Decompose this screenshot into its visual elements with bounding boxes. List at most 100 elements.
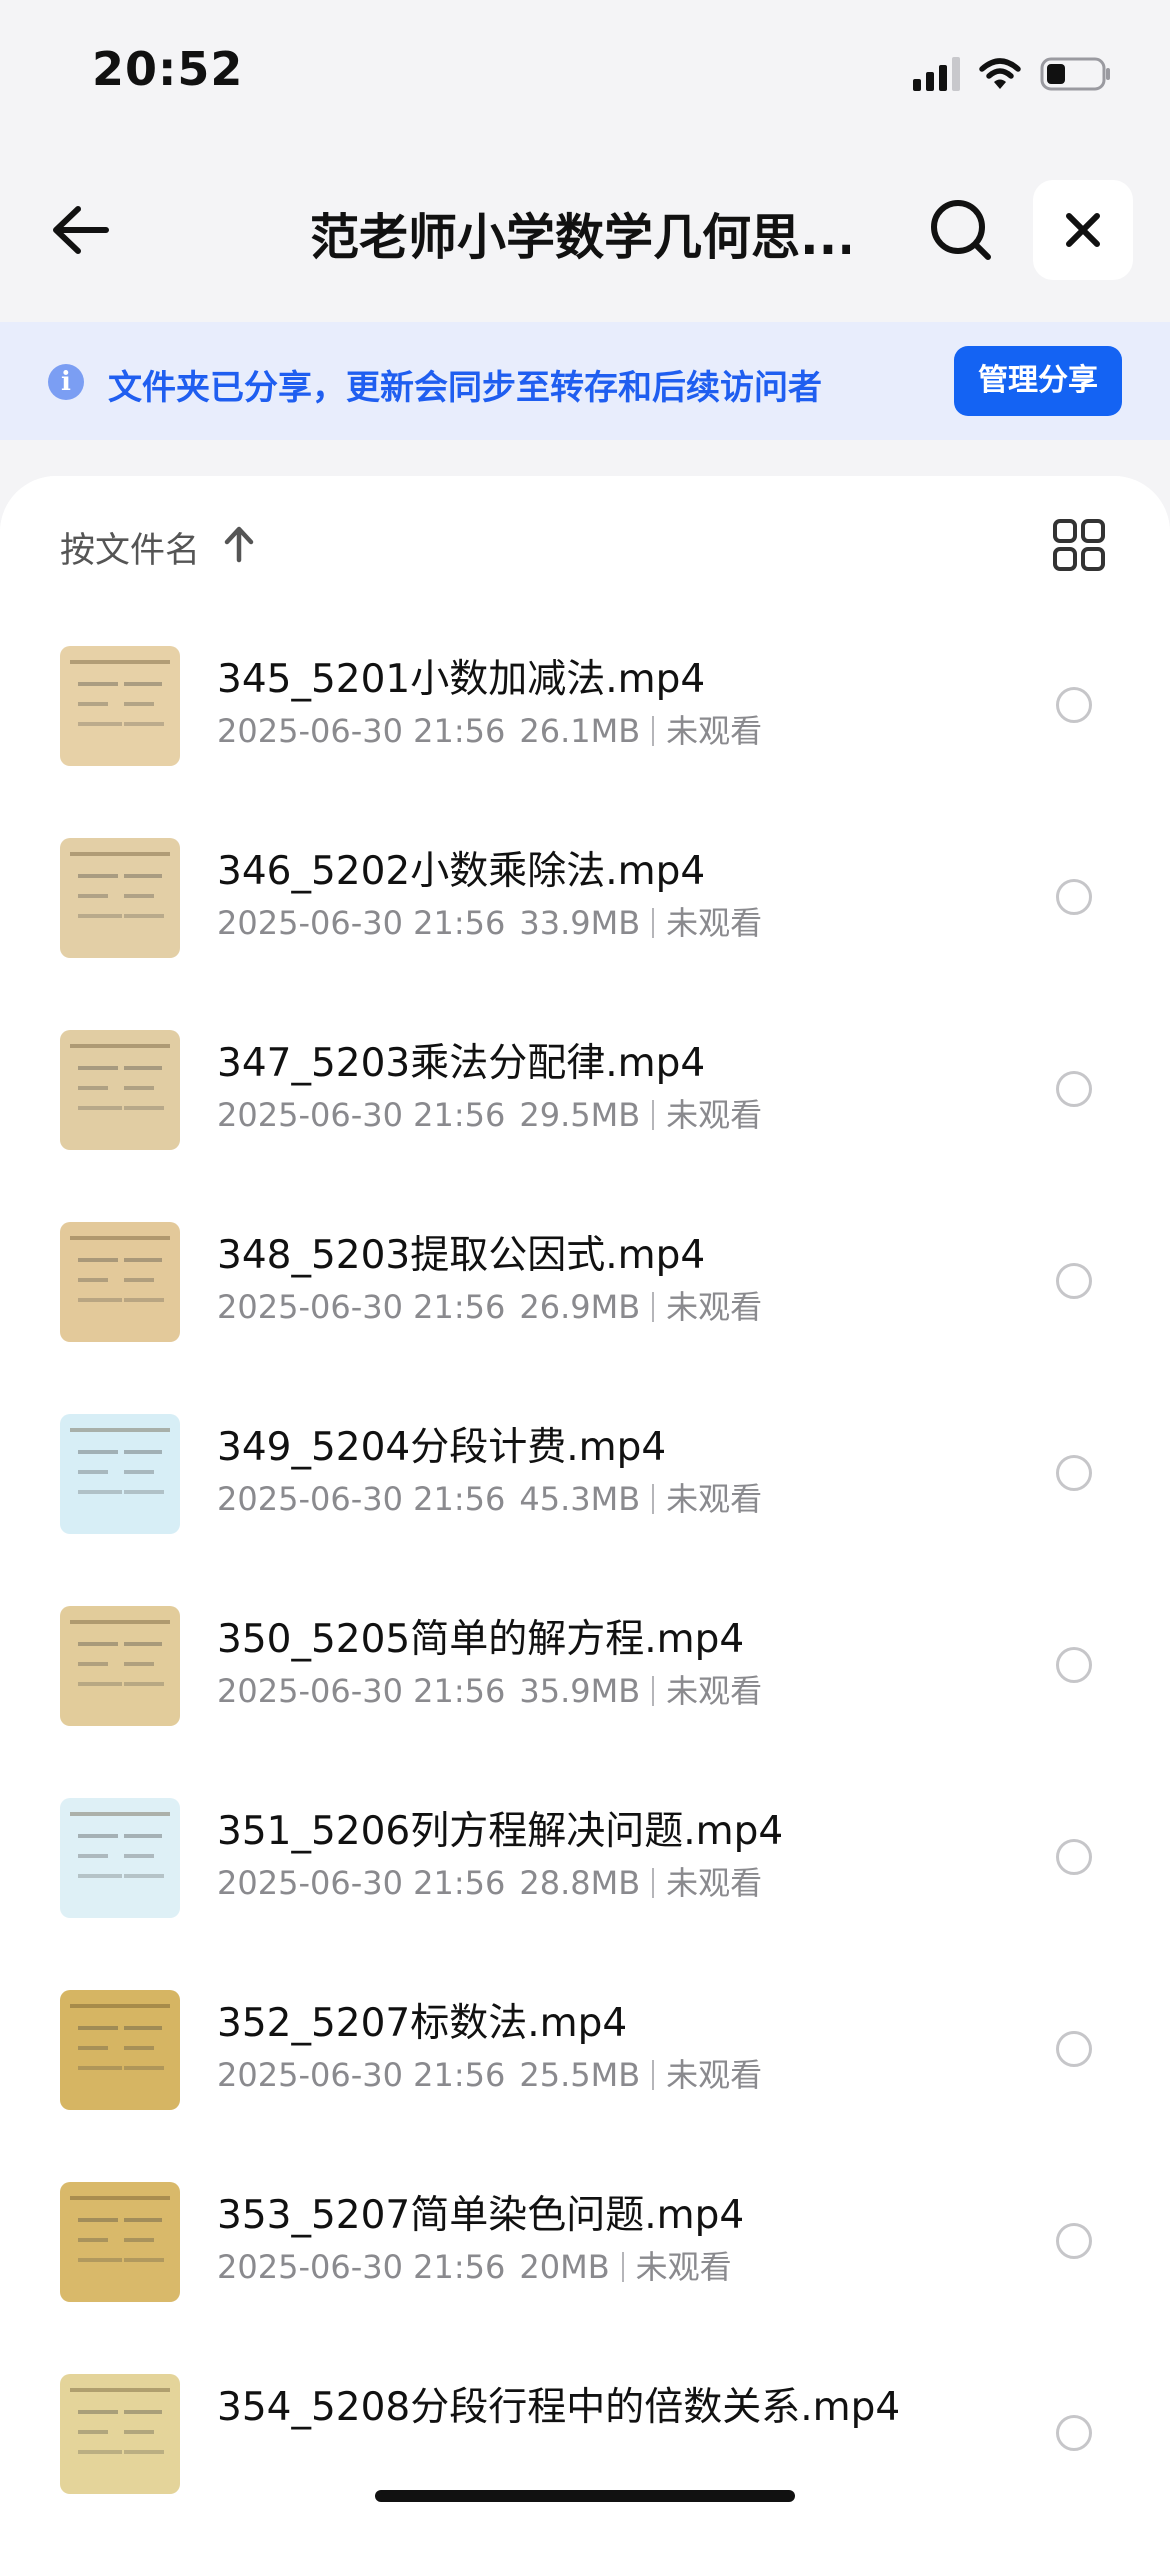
manage-share-button[interactable]: 管理分享 [954, 346, 1122, 416]
file-size: 26.1MB [519, 712, 641, 750]
file-list-item[interactable]: 350_5205简单的解方程.mp4 2025-06-30 21:56 35.9MB… [0, 1606, 1170, 1798]
select-radio[interactable] [1056, 879, 1092, 915]
file-meta: 2025-06-30 21:56 45.3MB 未观看 [217, 1474, 762, 1520]
file-list-item[interactable]: 354_5208分段行程中的倍数关系.mp4 [0, 2374, 1170, 2566]
file-size: 26.9MB [519, 1288, 641, 1326]
file-meta: 2025-06-30 21:56 28.8MB 未观看 [217, 1858, 762, 1904]
video-thumbnail [60, 1798, 180, 1918]
share-notice-text: 文件夹已分享，更新会同步至转存和后续访问者 [108, 368, 822, 408]
file-name: 351_5206列方程解决问题.mp4 [217, 1809, 784, 1854]
file-name: 353_5207简单染色问题.mp4 [217, 2193, 745, 2238]
status-time: 20:52 [92, 42, 244, 96]
video-thumbnail [60, 2182, 180, 2302]
meta-separator [621, 2252, 624, 2282]
file-size: 29.5MB [519, 1096, 641, 1134]
file-list-item[interactable]: 348_5203提取公因式.mp4 2025-06-30 21:56 26.9MB 未… [0, 1222, 1170, 1414]
watch-status: 未观看 [666, 2056, 763, 2094]
close-button[interactable] [1033, 180, 1133, 280]
file-name: 350_5205简单的解方程.mp4 [217, 1617, 745, 1662]
meta-separator [652, 1676, 655, 1706]
watch-status: 未观看 [666, 1864, 763, 1902]
top-nav-bar: 范老师小学数学几何思... [0, 170, 1170, 290]
select-radio[interactable] [1056, 2415, 1092, 2451]
wifi-icon [979, 58, 1021, 89]
file-list-item[interactable]: 352_5207标数法.mp4 2025-06-30 21:56 25.5MB 未观看 [0, 1990, 1170, 2182]
file-date: 2025-06-30 21:56 [217, 1096, 506, 1134]
file-name: 352_5207标数法.mp4 [217, 2001, 628, 2046]
sort-by-filename-button[interactable]: 按文件名 [60, 522, 200, 573]
grid-view-icon[interactable] [1052, 518, 1106, 572]
file-meta: 2025-06-30 21:56 26.9MB 未观看 [217, 1282, 762, 1328]
meta-separator [652, 1868, 655, 1898]
select-radio[interactable] [1056, 687, 1092, 723]
video-thumbnail [60, 1414, 180, 1534]
meta-separator [652, 1100, 655, 1130]
select-radio[interactable] [1056, 2223, 1092, 2259]
watch-status: 未观看 [666, 1096, 763, 1134]
select-radio[interactable] [1056, 1263, 1092, 1299]
file-name: 348_5203提取公因式.mp4 [217, 1233, 706, 1278]
video-thumbnail [60, 1606, 180, 1726]
file-size: 35.9MB [519, 1672, 641, 1710]
file-size: 25.5MB [519, 2056, 641, 2094]
file-list-card: 2025-06-30 21:5629.1MB未观看345_5201小数加减法.m… [0, 476, 1170, 2576]
select-radio[interactable] [1056, 1455, 1092, 1491]
meta-separator [652, 716, 655, 746]
video-thumbnail [60, 2374, 180, 2494]
video-thumbnail [60, 838, 180, 958]
back-button[interactable] [46, 195, 116, 265]
file-list-item[interactable]: 346_5202小数乘除法.mp4 2025-06-30 21:56 33.9MB 未… [0, 838, 1170, 1030]
file-size: 45.3MB [519, 1480, 641, 1518]
info-icon: i [48, 364, 84, 400]
file-list-item[interactable]: 351_5206列方程解决问题.mp4 2025-06-30 21:56 28.8M… [0, 1798, 1170, 1990]
watch-status: 未观看 [635, 2248, 732, 2286]
arrow-up-icon[interactable] [222, 524, 256, 564]
meta-separator [652, 1484, 655, 1514]
file-meta: 2025-06-30 21:56 35.9MB 未观看 [217, 1666, 762, 1712]
file-list-item[interactable]: 345_5201小数加减法.mp4 2025-06-30 21:56 26.1MB 未… [0, 646, 1170, 838]
file-list-item[interactable]: 349_5204分段计费.mp4 2025-06-30 21:56 45.3MB 未观… [0, 1414, 1170, 1606]
watch-status: 未观看 [666, 904, 763, 942]
file-list-item[interactable]: 347_5203乘法分配律.mp4 2025-06-30 21:56 29.5MB 未… [0, 1030, 1170, 1222]
file-date: 2025-06-30 21:56 [217, 1864, 506, 1902]
watch-status: 未观看 [666, 712, 763, 750]
sort-bar: 按文件名 [0, 476, 1170, 606]
meta-separator [652, 1292, 655, 1322]
status-bar: 20:52 [0, 0, 1170, 150]
select-radio[interactable] [1056, 2031, 1092, 2067]
watch-status: 未观看 [666, 1480, 763, 1518]
video-thumbnail [60, 1030, 180, 1150]
select-radio[interactable] [1056, 1839, 1092, 1875]
file-name: 345_5201小数加减法.mp4 [217, 657, 706, 702]
file-name: 346_5202小数乘除法.mp4 [217, 849, 706, 894]
arrow-left-icon [53, 206, 109, 254]
file-size: 28.8MB [519, 1864, 641, 1902]
file-name: 349_5204分段计费.mp4 [217, 1425, 667, 1470]
watch-status: 未观看 [666, 1672, 763, 1710]
file-meta: 2025-06-30 21:56 20MB 未观看 [217, 2242, 732, 2288]
close-icon [1066, 213, 1100, 247]
file-date: 2025-06-30 21:56 [217, 1288, 506, 1326]
file-date: 2025-06-30 21:56 [217, 2248, 506, 2286]
video-thumbnail [60, 1222, 180, 1342]
file-date: 2025-06-30 21:56 [217, 1480, 506, 1518]
home-indicator[interactable] [375, 2490, 795, 2502]
file-meta [217, 2434, 231, 2472]
file-name: 347_5203乘法分配律.mp4 [217, 1041, 706, 1086]
file-date: 2025-06-30 21:56 [217, 1672, 506, 1710]
file-meta: 2025-06-30 21:56 29.5MB 未观看 [217, 1090, 762, 1136]
file-date: 2025-06-30 21:56 [217, 2056, 506, 2094]
file-list-item[interactable]: 353_5207简单染色问题.mp4 2025-06-30 21:56 20MB 未观… [0, 2182, 1170, 2374]
file-meta: 2025-06-30 21:56 33.9MB 未观看 [217, 898, 762, 944]
search-button[interactable] [925, 194, 997, 266]
cellular-signal-icon [913, 57, 960, 91]
select-radio[interactable] [1056, 1071, 1092, 1107]
select-radio[interactable] [1056, 1647, 1092, 1683]
video-thumbnail [60, 1990, 180, 2110]
file-size: 33.9MB [519, 904, 641, 942]
meta-separator [652, 2060, 655, 2090]
file-meta: 2025-06-30 21:56 25.5MB 未观看 [217, 2050, 762, 2096]
watch-status: 未观看 [666, 1288, 763, 1326]
share-notice-banner: i 文件夹已分享，更新会同步至转存和后续访问者 管理分享 [0, 322, 1170, 440]
battery-icon [1040, 57, 1110, 91]
